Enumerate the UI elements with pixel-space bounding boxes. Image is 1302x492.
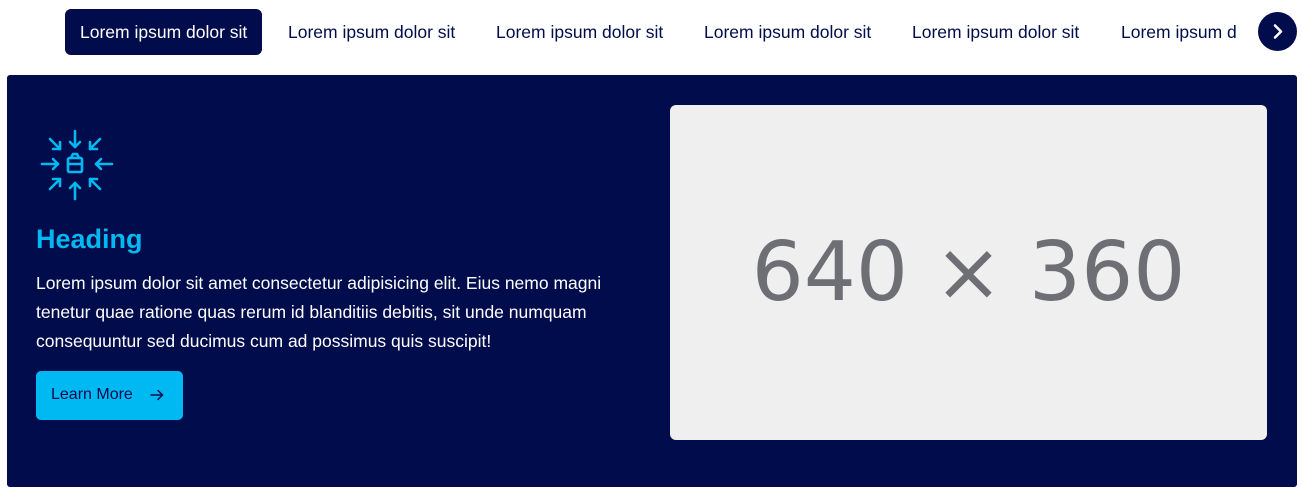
image-placeholder-label: 640 × 360: [751, 225, 1186, 320]
chevron-right-icon: [1273, 24, 1283, 39]
tab-1[interactable]: Lorem ipsum dolor sit: [65, 9, 263, 55]
tab-4[interactable]: Lorem ipsum dolor sit: [704, 9, 871, 55]
feature-description: Lorem ipsum dolor sit amet consectetur a…: [36, 273, 602, 351]
feature-heading: Heading: [36, 224, 143, 254]
tab-6[interactable]: Lorem ipsum d: [1121, 9, 1236, 55]
learn-more-label: Learn More: [51, 386, 133, 403]
arrows-inward-box-icon: [40, 129, 114, 201]
tab-5[interactable]: Lorem ipsum dolor sit: [912, 9, 1079, 55]
tab-bar: Lorem ipsum dolor sit Lorem ipsum dolor …: [0, 0, 1302, 64]
tab-2[interactable]: Lorem ipsum dolor sit: [288, 9, 455, 55]
learn-more-button[interactable]: Learn More: [36, 371, 183, 420]
feature-panel: Heading Lorem ipsum dolor sit amet conse…: [7, 75, 1297, 487]
next-tabs-button[interactable]: [1258, 12, 1297, 51]
arrow-right-icon: [150, 389, 164, 401]
image-placeholder: 640 × 360: [670, 105, 1267, 440]
tab-3[interactable]: Lorem ipsum dolor sit: [496, 9, 663, 55]
